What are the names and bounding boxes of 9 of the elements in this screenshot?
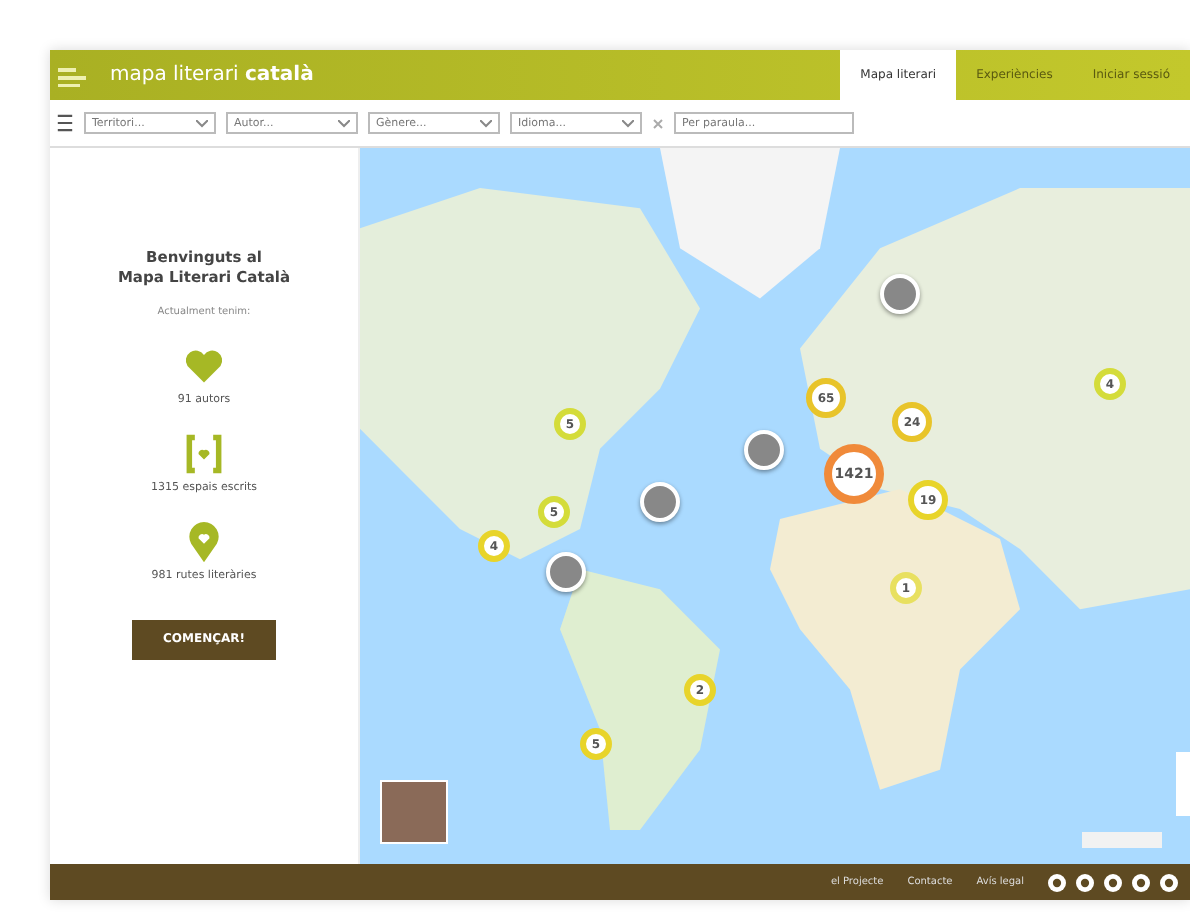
bracket-heart-icon xyxy=(182,431,226,475)
caret-icon xyxy=(622,119,634,127)
caret-icon xyxy=(338,119,350,127)
satellite-toggle[interactable] xyxy=(380,780,448,844)
map-scale-bar xyxy=(1082,832,1162,848)
site-title: mapa literari català xyxy=(110,64,314,86)
filter-icon[interactable] xyxy=(56,114,74,132)
caret-icon xyxy=(196,119,208,127)
caret-icon xyxy=(480,119,492,127)
